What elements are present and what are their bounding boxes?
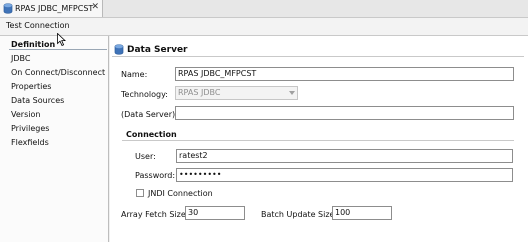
sidebar-item-privileges[interactable]: Privileges [11, 124, 49, 133]
password-field[interactable]: ••••••••• [176, 168, 513, 182]
editor-tab-title: RPAS JDBC_MFPCST [15, 4, 94, 13]
mouse-cursor-icon [57, 33, 66, 46]
sidebar-item-on-connect-disconnect[interactable]: On Connect/Disconnect [11, 68, 105, 77]
selection-underline [9, 49, 107, 50]
technology-value: RPAS JDBC [178, 88, 221, 97]
jndi-connection-label: JNDI Connection [148, 189, 213, 198]
database-icon [114, 44, 124, 55]
sidebar-item-flexfields[interactable]: Flexfields [11, 138, 49, 147]
array-fetch-size-field[interactable]: 30 [185, 206, 245, 220]
connection-group-title: Connection [126, 130, 177, 139]
sidebar-item-version[interactable]: Version [11, 110, 40, 119]
user-field[interactable]: ratest2 [176, 149, 513, 163]
section-header: Data Server [114, 44, 188, 55]
jndi-connection-checkbox[interactable] [136, 189, 144, 197]
sidebar-item-definition[interactable]: Definition [11, 40, 55, 49]
technology-select: RPAS JDBC [175, 86, 298, 100]
sidebar-item-properties[interactable]: Properties [11, 82, 51, 91]
connection-divider [122, 140, 514, 141]
name-label: Name: [121, 70, 148, 79]
data-server-label: (Data Server): [121, 110, 178, 119]
sidebar-item-data-sources[interactable]: Data Sources [11, 96, 64, 105]
batch-update-size-field[interactable]: 100 [332, 206, 392, 220]
close-icon[interactable]: ✕ [91, 3, 99, 12]
batch-update-size-label: Batch Update Size: [261, 210, 338, 219]
sidebar-nav: Definition JDBC On Connect/Disconnect Pr… [0, 36, 109, 242]
page-title: Data Server [127, 44, 188, 55]
data-server-field[interactable] [175, 106, 514, 120]
editor-tab[interactable]: RPAS JDBC_MFPCST ✕ [0, 0, 103, 17]
name-field[interactable]: RPAS JDBC_MFPCST [175, 67, 514, 81]
editor-toolbar: Test Connection [0, 18, 528, 36]
array-fetch-size-label: Array Fetch Size: [121, 210, 189, 219]
test-connection-button[interactable]: Test Connection [6, 21, 70, 30]
editor-tab-bar: RPAS JDBC_MFPCST ✕ [0, 0, 528, 18]
technology-label: Technology: [121, 90, 168, 99]
database-icon [3, 3, 13, 14]
chevron-down-icon [289, 91, 295, 95]
password-label: Password: [135, 171, 176, 180]
data-server-form: Data Server Name: RPAS JDBC_MFPCST Techn… [110, 36, 528, 242]
sidebar-item-jdbc[interactable]: JDBC [11, 54, 30, 63]
divider [112, 56, 524, 57]
user-label: User: [135, 152, 156, 161]
